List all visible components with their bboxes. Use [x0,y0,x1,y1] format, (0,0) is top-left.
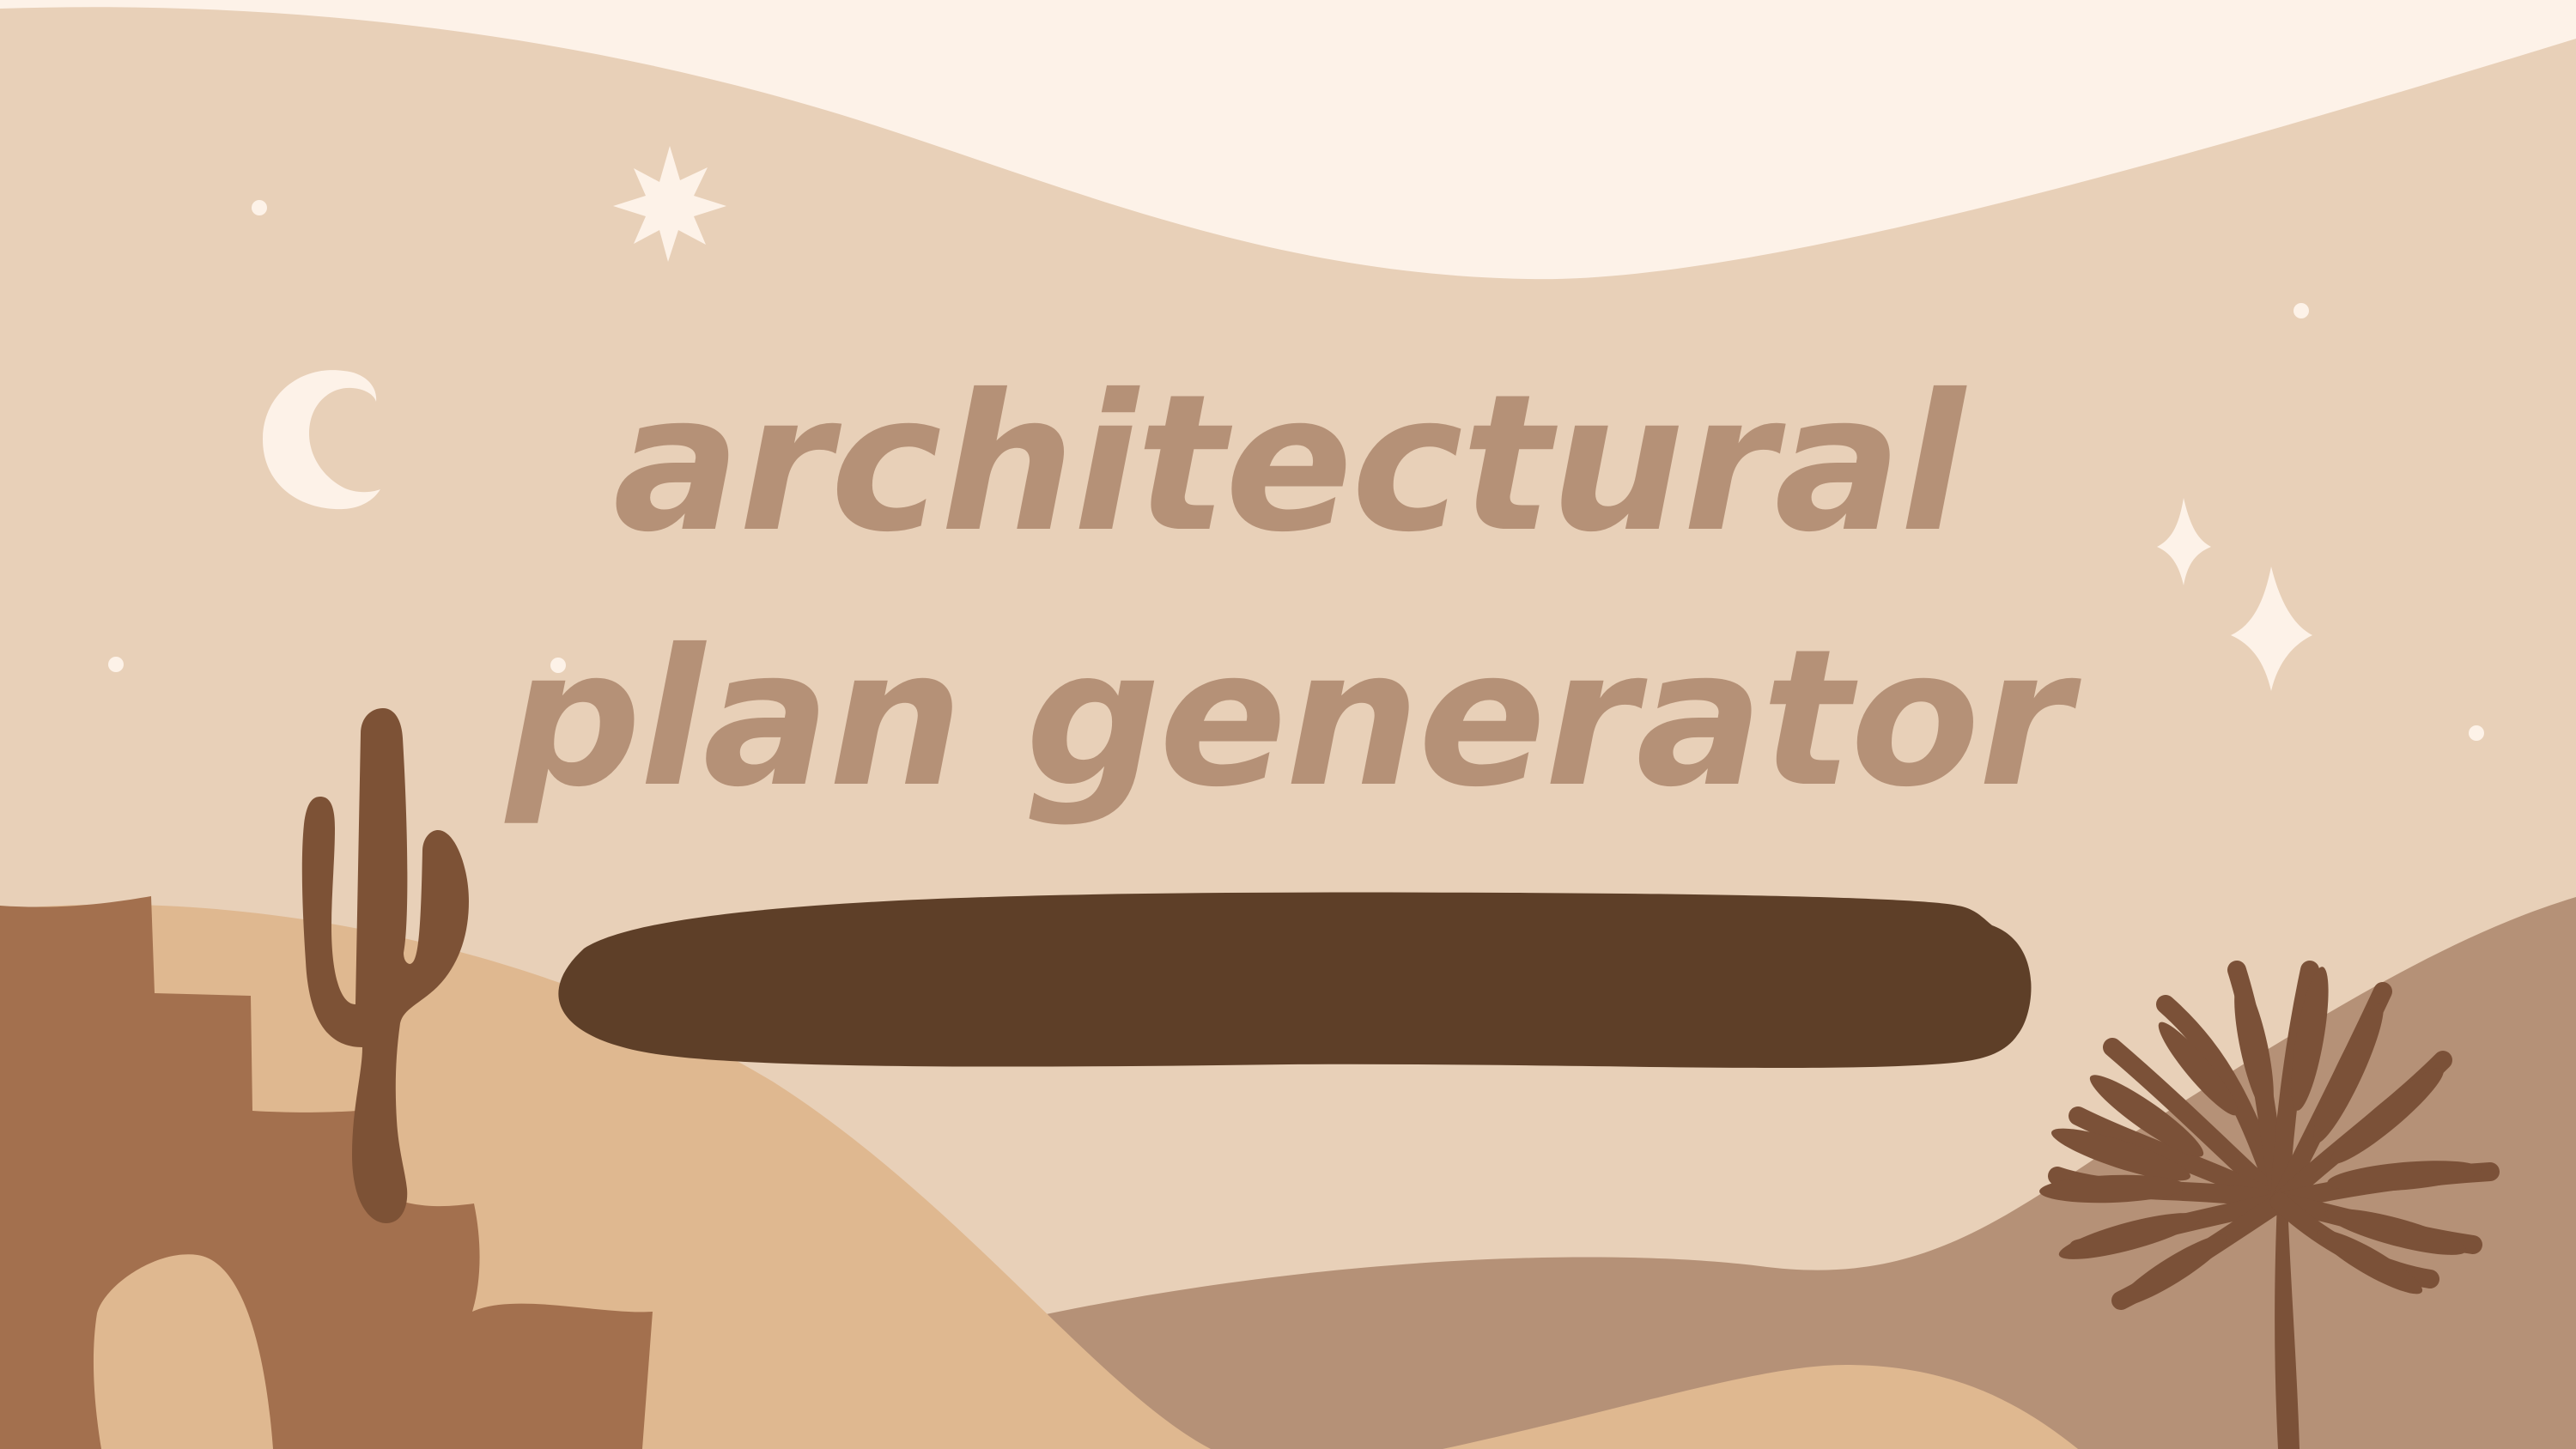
slide: architectural plan generator [0,0,2576,1449]
title-line-1: architectural [612,354,1965,573]
title-bar [558,892,2032,1069]
title-line-2: plan generator [506,609,2072,828]
